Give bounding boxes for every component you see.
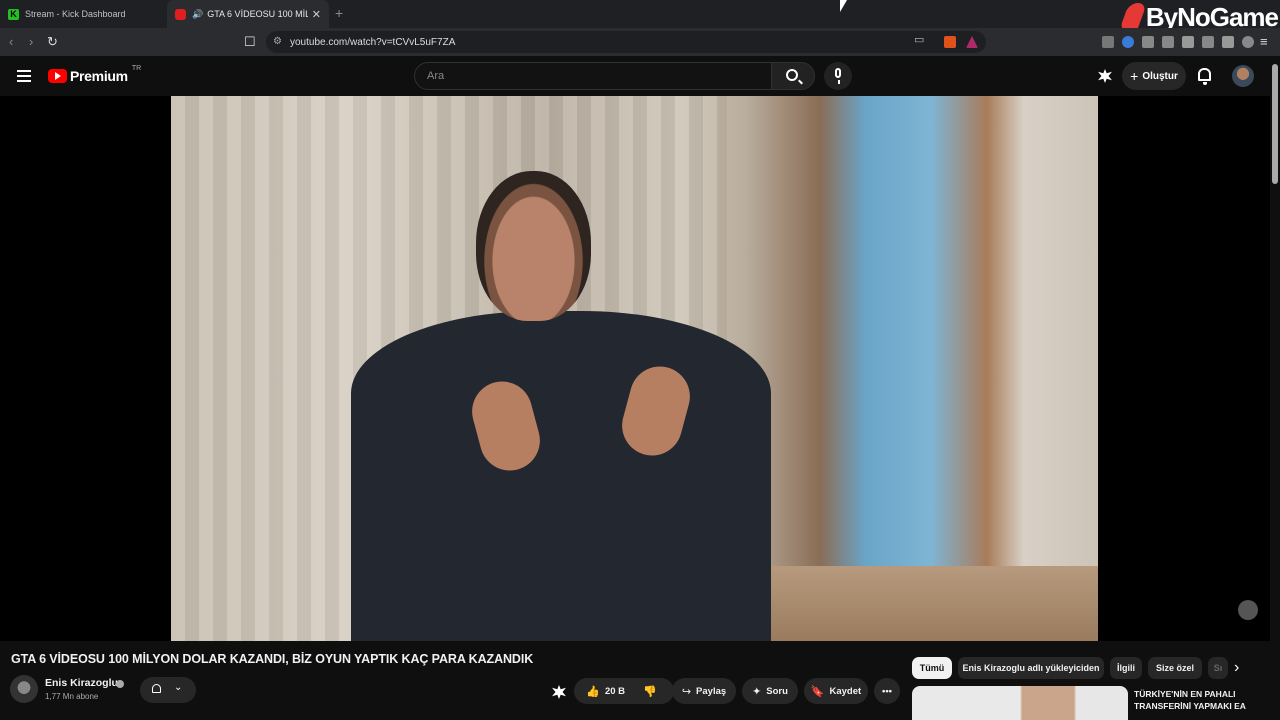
notifications-bell-icon[interactable] [1198,68,1211,85]
share-label: Paylaş [696,685,727,697]
recommendation-title[interactable]: TÜRKİYE'NİN EN PAHALI TRANSFERİNİ YAPMAK… [1134,688,1270,712]
save-button[interactable]: 🔖 Kaydet [804,678,868,704]
chip-partial[interactable]: Sı [1208,657,1228,679]
plus-icon: + [1130,68,1139,84]
more-actions-button[interactable]: ••• [874,678,900,704]
browser-toolbar: ‹ › ↻ ☐ ⚙ youtube.com/watch?v=tCVvL5uF7Z… [0,28,1280,56]
chip-for-you[interactable]: Size özel [1148,657,1202,679]
music-icon[interactable] [1162,36,1174,48]
ai-icon[interactable] [1222,36,1234,48]
voice-search-button[interactable] [824,62,852,90]
person-head [476,171,591,321]
youtube-header: Premium TR [0,56,1280,96]
search-box [414,62,815,90]
new-tab-button[interactable]: + [335,5,343,21]
bynogame-logo-icon [1118,3,1147,31]
brand-text: Premium [70,68,128,84]
chip-from-uploader[interactable]: Enis Kirazoglu adlı yükleyiciden [958,657,1104,679]
share-icon: ↪ [681,685,692,698]
thumbs-up-icon: 👍 [586,685,600,698]
video-frame[interactable] [171,96,1098,641]
extension-2-icon[interactable] [1122,36,1134,48]
extension-1-icon[interactable] [1102,36,1114,48]
chip-related[interactable]: İlgili [1110,657,1142,679]
chip-all[interactable]: Tümü [912,657,952,679]
chevron-down-icon: ⌄ [174,682,183,693]
vpn-icon[interactable] [1242,36,1254,48]
channel-watermark-avatar[interactable] [1238,600,1258,620]
subscription-bell-icon [152,684,161,693]
chevron-right-icon[interactable]: › [1234,659,1239,677]
mouse-cursor-icon [840,0,847,12]
speaker-icon[interactable]: 🔊 [192,9,203,20]
sidebar-icon[interactable] [1182,36,1194,48]
search-button[interactable] [771,62,815,90]
video-player[interactable] [0,96,1270,641]
create-label: Oluştur [1142,70,1178,82]
tab-youtube-video[interactable]: 🔊 GTA 6 VİDEOSU 100 MİLYON ✕ [167,0,329,28]
verified-check-icon [116,680,124,688]
channel-name[interactable]: Enis Kirazoglu [45,677,118,689]
subscribed-button[interactable]: ⌄ [140,677,196,703]
youtube-favicon-icon [175,8,186,20]
site-info-icon[interactable]: ⚙ [273,36,282,47]
recommendation-thumbnail[interactable] [912,686,1128,720]
reload-icon[interactable]: ↻ [47,34,58,50]
share-button[interactable]: ↪ Paylaş [672,678,736,704]
country-code: TR [131,64,142,72]
extensions-puzzle-icon[interactable] [1142,36,1154,48]
microphone-icon [835,68,841,84]
bookmark-icon[interactable]: ☐ [244,34,256,50]
video-title: GTA 6 VİDEOSU 100 MİLYON DOLAR KAZANDI, … [11,652,534,666]
browser-tab-bar: K Stream - Kick Dashboard 🔊 GTA 6 VİDEOS… [0,0,1280,32]
back-icon[interactable]: ‹ [9,34,13,49]
kick-favicon-icon: K [8,8,19,20]
browser-menu-icon[interactable]: ≡ [1260,34,1268,49]
channel-avatar[interactable] [10,675,38,703]
ask-label: Soru [766,685,788,697]
page-scrollbar[interactable] [1270,56,1280,720]
save-label: Kaydet [829,685,862,697]
sparkle-icon: ✦ [752,685,762,698]
floor-background [731,566,1098,641]
like-dislike-group: 👍 20 B 👎 [574,678,674,704]
dislike-button[interactable]: 👎 [643,685,662,698]
search-input[interactable] [414,62,772,90]
premium-sparkle-icon[interactable] [552,685,566,699]
forward-icon[interactable]: › [29,34,33,49]
tab-title: GTA 6 VİDEOSU 100 MİLYON [207,9,308,19]
youtube-logo[interactable]: Premium TR [48,64,142,84]
menu-icon[interactable] [17,70,31,82]
address-bar[interactable]: ⚙ youtube.com/watch?v=tCVvL5uF7ZA [266,31,986,53]
tab-title: Stream - Kick Dashboard [25,9,126,19]
like-button[interactable]: 👍 20 B [586,685,625,698]
brave-shield-icon[interactable] [944,36,956,48]
tab-kick-dashboard[interactable]: K Stream - Kick Dashboard [0,0,165,28]
close-tab-icon[interactable]: ✕ [312,8,321,21]
cast-icon[interactable]: ▭ [914,33,924,46]
save-bookmark-icon: 🔖 [810,685,825,698]
ask-button[interactable]: ✦ Soru [742,678,798,704]
user-avatar[interactable] [1232,65,1254,87]
url-text: youtube.com/watch?v=tCVvL5uF7ZA [290,36,456,48]
more-icon: ••• [882,685,892,697]
wallet-icon[interactable] [1202,36,1214,48]
thumbs-down-icon: 👎 [643,685,657,698]
search-icon [786,69,798,81]
create-button[interactable]: + Oluştur [1122,62,1186,90]
scrollbar-thumb[interactable] [1272,64,1278,184]
youtube-play-icon [48,69,67,83]
person-body [351,311,771,641]
like-count: 20 B [604,685,626,697]
subscriber-count: 1,77 Mn abone [45,692,99,701]
